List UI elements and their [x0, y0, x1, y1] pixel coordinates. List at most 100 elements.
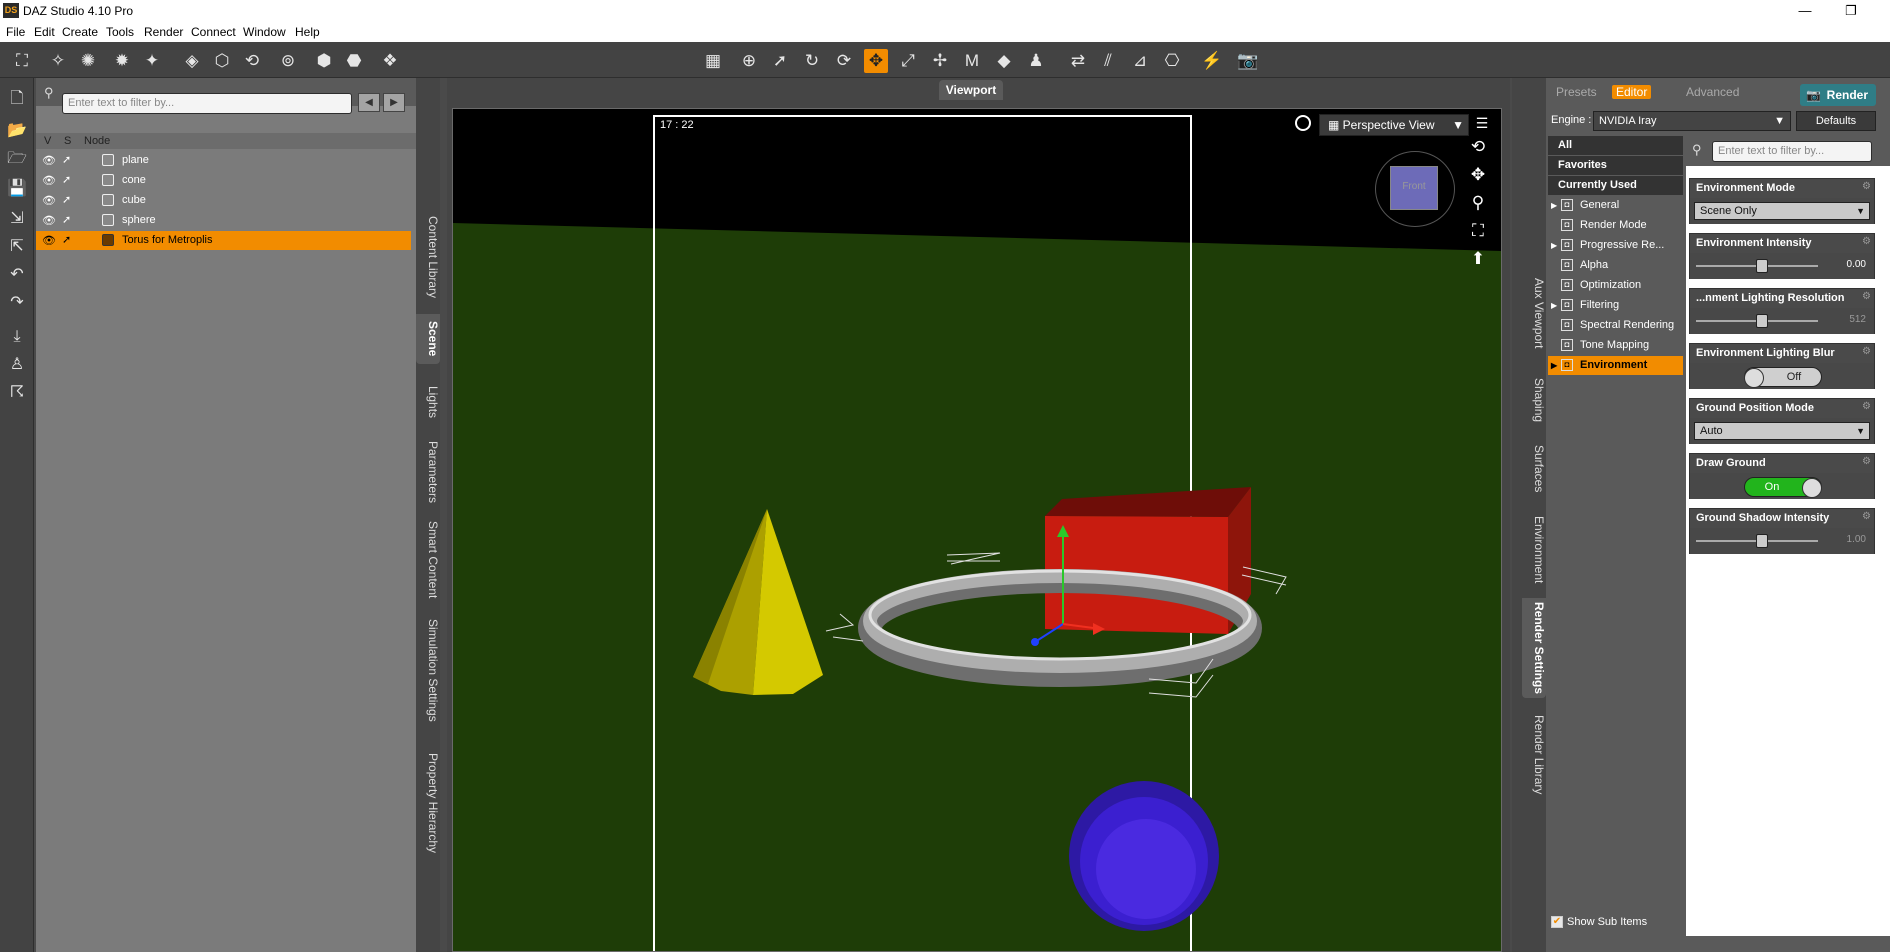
menu-file[interactable]: File	[6, 25, 25, 39]
group-optimization[interactable]: ◘ Optimization	[1548, 276, 1683, 295]
expand-arrow-icon[interactable]: ▶	[1551, 196, 1557, 215]
scale-tool-icon[interactable]: ⤢	[896, 49, 920, 73]
slider-value[interactable]: 1.00	[1847, 534, 1866, 545]
perspective-view-dropdown[interactable]: ▦ Perspective View ▼	[1319, 114, 1469, 136]
camera-cube-icon[interactable]: ⎔	[1160, 49, 1184, 73]
show-sub-items[interactable]: ✔ Show Sub Items	[1551, 916, 1647, 929]
props-filter-input[interactable]: Enter text to filter by...	[1712, 141, 1872, 162]
expand-arrow-icon[interactable]: ▶	[1551, 296, 1557, 315]
group-alpha[interactable]: ◘ Alpha	[1548, 256, 1683, 275]
joint-tool-icon[interactable]: ⬡	[210, 49, 234, 73]
ground-position-dropdown[interactable]: Auto ▼	[1694, 422, 1870, 440]
sphere-prim-icon[interactable]: ⬣	[342, 49, 366, 73]
tab-render-library[interactable]: Render Library	[1522, 707, 1546, 803]
export-icon[interactable]: ⇱	[6, 236, 28, 258]
group-progressive-rendering[interactable]: ▶ ◘ Progressive Re...	[1548, 236, 1683, 255]
align-tool-icon[interactable]: ⇄	[1066, 49, 1090, 73]
bone-tool-icon[interactable]: ⫽	[1096, 49, 1120, 73]
frame-camera-icon[interactable]: ⛶	[1467, 221, 1489, 241]
spot-render-icon[interactable]: ⚡	[1200, 49, 1224, 73]
restore-button[interactable]: ❐	[1836, 2, 1866, 20]
environment-mode-dropdown[interactable]: Scene Only ▼	[1694, 202, 1870, 220]
draw-ground-toggle[interactable]: On	[1744, 477, 1822, 498]
col-node[interactable]: Node	[84, 135, 110, 147]
minimize-button[interactable]: —	[1790, 2, 1820, 20]
primitive-icon[interactable]: ⬢	[312, 49, 336, 73]
distant-light-icon[interactable]: ✦	[140, 49, 164, 73]
scene-node-torus[interactable]: 👁 ➚ Torus for Metroplis	[36, 231, 411, 250]
menu-edit[interactable]: Edit	[34, 25, 55, 39]
new-scene-icon[interactable]: 🗋	[6, 88, 28, 110]
scene-node-cube[interactable]: 👁 ➚ cube	[36, 191, 411, 210]
node-selection-icon[interactable]: ➚	[768, 49, 792, 73]
geometry-icon[interactable]: ⊚	[276, 49, 300, 73]
category-favorites[interactable]: Favorites	[1548, 156, 1683, 175]
eye-icon[interactable]: 👁	[42, 234, 56, 247]
scene-node-cone[interactable]: 👁 ➚ cone	[36, 171, 411, 190]
slider-value[interactable]: 512	[1849, 314, 1866, 325]
gear-icon[interactable]: ⚙	[1862, 456, 1871, 467]
translate-tool-icon[interactable]: ✥	[864, 49, 888, 73]
pan-camera-icon[interactable]: ✥	[1467, 165, 1489, 185]
tab-property-hierarchy[interactable]: Property Hierarchy	[416, 744, 440, 862]
group-filtering[interactable]: ▶ ◘ Filtering	[1548, 296, 1683, 315]
tab-shaping[interactable]: Shaping	[1522, 371, 1546, 429]
tab-lights[interactable]: Lights	[416, 374, 440, 430]
light-wand-icon[interactable]: ✧	[46, 49, 70, 73]
scene-filter-input[interactable]: Enter text to filter by...	[62, 93, 352, 114]
eye-icon[interactable]: 👁	[42, 194, 56, 207]
environment-intensity-slider[interactable]	[1696, 259, 1818, 273]
instance-icon[interactable]: ❖	[378, 49, 402, 73]
merge-icon[interactable]: ⇲	[6, 208, 28, 230]
universal-tool-icon[interactable]: ⊕	[737, 49, 761, 73]
gear-icon[interactable]: ⚙	[1862, 291, 1871, 302]
tab-advanced[interactable]: Advanced	[1686, 85, 1739, 99]
scene-tool-icon[interactable]: ⛶	[10, 49, 34, 73]
select-arrow-icon[interactable]: ➚	[62, 233, 71, 246]
tab-scene[interactable]: Scene	[416, 314, 440, 364]
aspect-frame-icon[interactable]	[1295, 115, 1311, 131]
category-all[interactable]: All	[1548, 136, 1683, 155]
slider-knob[interactable]	[1756, 259, 1768, 273]
tab-aux-viewport[interactable]: Aux Viewport	[1522, 271, 1546, 355]
tab-simulation-settings[interactable]: Simulation Settings	[416, 613, 440, 727]
tab-parameters[interactable]: Parameters	[416, 434, 440, 510]
grid-select-icon[interactable]: ▦	[701, 49, 725, 73]
rotate-node-icon[interactable]: ⟲	[240, 49, 264, 73]
surface-selection-icon[interactable]: M	[960, 49, 984, 73]
expand-arrow-icon[interactable]: ▶	[1551, 236, 1557, 255]
tab-environment[interactable]: Environment	[1522, 509, 1546, 591]
eye-icon[interactable]: 👁	[42, 174, 56, 187]
save-icon[interactable]: 💾	[6, 178, 28, 200]
rotate-tool-icon[interactable]: ↻	[800, 49, 824, 73]
tab-surfaces[interactable]: Surfaces	[1522, 437, 1546, 501]
tab-presets[interactable]: Presets	[1556, 85, 1597, 99]
slider-knob[interactable]	[1756, 534, 1768, 548]
gear-icon[interactable]: ⚙	[1862, 181, 1871, 192]
ground-shadow-slider[interactable]	[1696, 534, 1818, 548]
joint-editor-icon[interactable]: ✢	[928, 49, 952, 73]
redo-icon[interactable]: ↷	[6, 292, 28, 314]
eye-icon[interactable]: 👁	[42, 214, 56, 227]
group-general[interactable]: ▶ ◘ General	[1548, 196, 1683, 215]
menu-connect[interactable]: Connect	[191, 25, 236, 39]
viewport-menu-icon[interactable]: ☰	[1471, 115, 1493, 132]
gear-icon[interactable]: ⚙	[1862, 511, 1871, 522]
env-resolution-slider[interactable]	[1696, 314, 1818, 328]
slider-value[interactable]: 0.00	[1847, 259, 1866, 270]
select-arrow-icon[interactable]: ➚	[62, 153, 71, 166]
tab-smart-content[interactable]: Smart Content	[416, 518, 440, 602]
render-camera-icon[interactable]: 📷	[1236, 49, 1260, 73]
menu-window[interactable]: Window	[243, 25, 286, 39]
scene-node-plane[interactable]: 👁 ➚ plane	[36, 151, 411, 170]
geometry-editor-icon[interactable]: ◆	[992, 49, 1016, 73]
spot-light-icon[interactable]: ✺	[76, 49, 100, 73]
select-arrow-icon[interactable]: ➚	[62, 173, 71, 186]
orbit-tool-icon[interactable]: ⟳	[832, 49, 856, 73]
group-environment[interactable]: ▶ ◘ Environment	[1548, 356, 1683, 375]
view-cube[interactable]: Front	[1375, 151, 1455, 227]
sphere-object[interactable]	[1069, 781, 1219, 931]
tab-content-library[interactable]: Content Library	[416, 210, 440, 304]
point-light-icon[interactable]: ✹	[110, 49, 134, 73]
group-tone-mapping[interactable]: ◘ Tone Mapping	[1548, 336, 1683, 355]
